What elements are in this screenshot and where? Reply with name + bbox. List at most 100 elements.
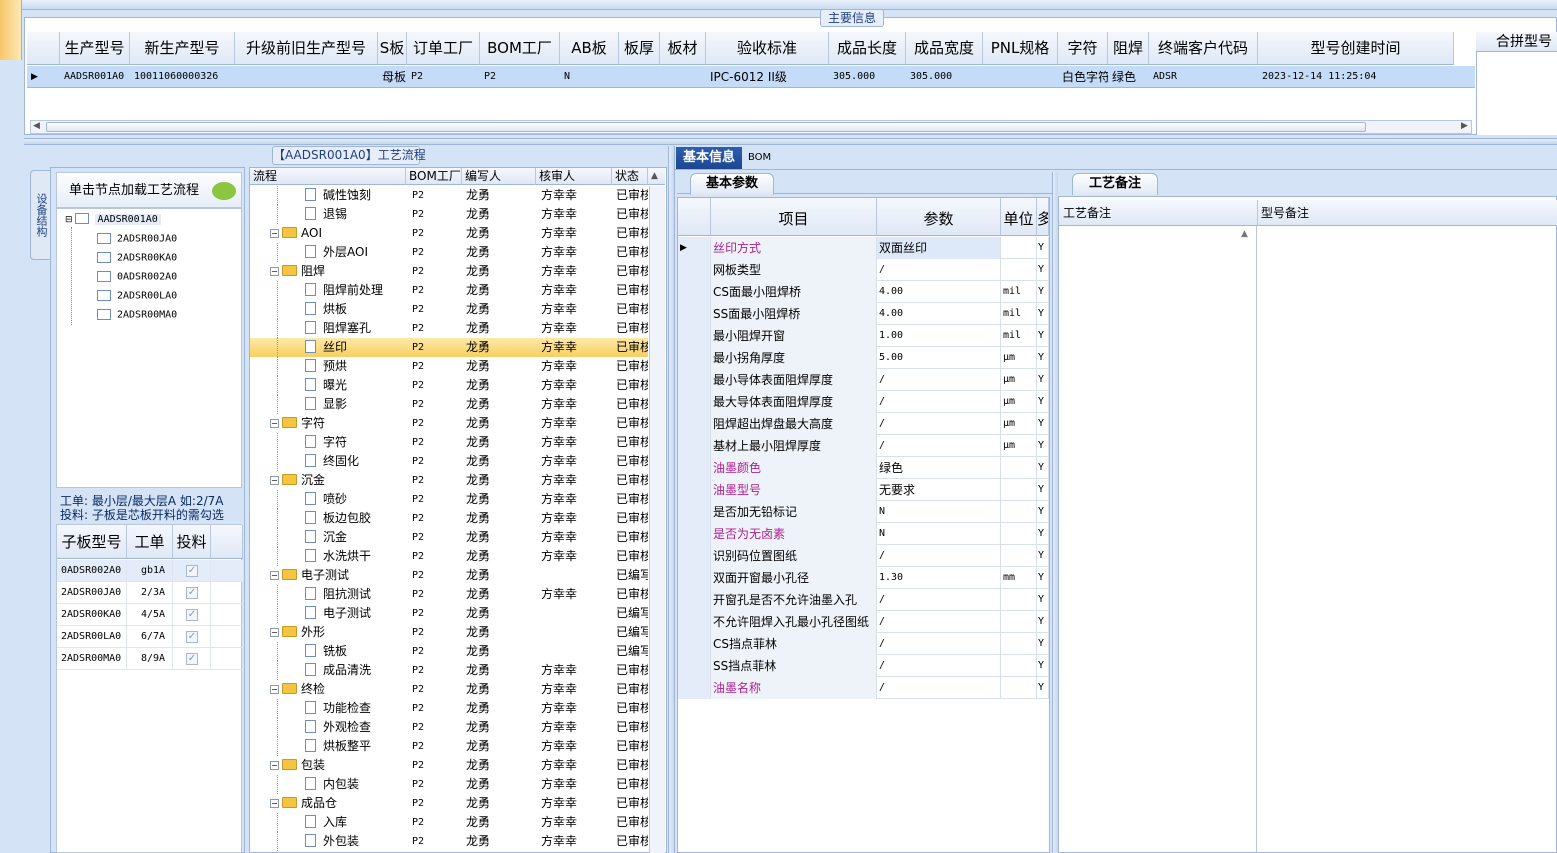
param-value-cell[interactable]: / bbox=[877, 413, 1001, 435]
main-col-header[interactable]: 订单工厂 bbox=[407, 32, 480, 65]
param-value-cell[interactable]: 4.00 bbox=[877, 303, 1001, 325]
feed-checkbox[interactable]: ✓ bbox=[186, 609, 198, 621]
main-cell[interactable]: 305.000 bbox=[829, 66, 906, 88]
scroll-left-arrow-icon[interactable]: ◀ bbox=[33, 121, 40, 131]
process-col-header[interactable]: 编写人 bbox=[462, 168, 536, 185]
process-col-header[interactable]: 流程 bbox=[250, 168, 406, 185]
tree-root[interactable]: ⊟ AADSR001A0 bbox=[65, 213, 161, 225]
process-row[interactable]: 功能检查 P2 龙勇 方幸幸 已审核 bbox=[250, 699, 648, 718]
process-row[interactable]: 沉金 P2 龙勇 方幸幸 已审核 bbox=[250, 528, 648, 547]
param-row[interactable]: ▶ 丝印方式 双面丝印 Y bbox=[678, 237, 1049, 259]
main-cell[interactable] bbox=[619, 66, 660, 88]
sub-board-row[interactable]: 2ADSR00KA0 4/5A ✓ bbox=[57, 604, 243, 626]
process-row[interactable]: 显影 P2 龙勇 方幸幸 已审核 bbox=[250, 395, 648, 414]
horizontal-splitter[interactable] bbox=[24, 138, 1557, 145]
process-row[interactable]: 预烘 P2 龙勇 方幸幸 已审核 bbox=[250, 357, 648, 376]
sub-order-cell[interactable]: gb1A bbox=[127, 560, 173, 582]
param-row[interactable]: 是否为无卤素 N Y bbox=[678, 523, 1049, 545]
tab-bom[interactable]: BOM bbox=[748, 149, 778, 167]
vertical-splitter[interactable] bbox=[668, 146, 675, 853]
param-value-cell[interactable]: / bbox=[877, 369, 1001, 391]
param-value-cell[interactable]: N bbox=[877, 523, 1001, 545]
remark-scroll-up-icon[interactable]: ▲ bbox=[1241, 229, 1248, 239]
collapse-icon[interactable]: − bbox=[270, 267, 279, 276]
main-cell[interactable]: IPC-6012 II级 bbox=[706, 66, 829, 88]
scroll-right-arrow-icon[interactable]: ▶ bbox=[1461, 121, 1468, 131]
sub-board-row[interactable]: 2ADSR00LA0 6/7A ✓ bbox=[57, 626, 243, 648]
process-row[interactable]: 入库 P2 龙勇 方幸幸 已审核 bbox=[250, 813, 648, 832]
tab-basic-info[interactable]: 基本信息 bbox=[676, 147, 742, 169]
main-col-header[interactable]: 成品宽度 bbox=[906, 32, 983, 65]
main-col-header[interactable]: 生产型号 bbox=[60, 32, 130, 65]
main-cell[interactable]: 绿色 bbox=[1108, 66, 1149, 88]
param-row[interactable]: 油墨颜色 绿色 Y bbox=[678, 457, 1049, 479]
hscroll-thumb[interactable] bbox=[46, 122, 1366, 132]
param-col-header[interactable]: 多 bbox=[1037, 198, 1049, 236]
process-row[interactable]: − 终检 P2 龙勇 方幸幸 已审核 bbox=[250, 680, 648, 699]
param-col-header[interactable]: 单位 bbox=[1001, 198, 1037, 236]
sub-col-header[interactable]: 工单 bbox=[127, 525, 173, 559]
param-row[interactable]: 最小阻焊开窗 1.00 mil Y bbox=[678, 325, 1049, 347]
param-row[interactable]: 网板类型 / Y bbox=[678, 259, 1049, 281]
tree-expander-icon[interactable]: ⊟ bbox=[65, 215, 73, 225]
main-grid-row[interactable]: ▶ AADSR001A0 10011060000326 母板 P2 P2 N IPC-6012… bbox=[27, 66, 1475, 88]
param-row[interactable]: 最大导体表面阻焊厚度 / μm Y bbox=[678, 391, 1049, 413]
process-row[interactable]: − 成品仓 P2 龙勇 方幸幸 已审核 bbox=[250, 794, 648, 813]
param-row[interactable]: 基材上最小阻焊厚度 / μm Y bbox=[678, 435, 1049, 457]
main-cell[interactable]: P2 bbox=[480, 66, 560, 88]
param-value-cell[interactable]: 1.30 bbox=[877, 567, 1001, 589]
side-tab-structure[interactable]: 设备结构 bbox=[30, 170, 50, 260]
process-row[interactable]: 成品清洗 P2 龙勇 方幸幸 已审核 bbox=[250, 661, 648, 680]
process-row[interactable]: − 外形 P2 龙勇 已编写 bbox=[250, 623, 648, 642]
process-row[interactable]: 水洗烘干 P2 龙勇 方幸幸 已审核 bbox=[250, 547, 648, 566]
param-value-cell[interactable]: / bbox=[877, 677, 1001, 699]
process-row[interactable]: 喷砂 P2 龙勇 方幸幸 已审核 bbox=[250, 490, 648, 509]
param-row[interactable]: CS面最小阻焊桥 4.00 mil Y bbox=[678, 281, 1049, 303]
process-row[interactable]: 外包装 P2 龙勇 方幸幸 已审核 bbox=[250, 832, 648, 851]
param-row[interactable]: 最小导体表面阻焊厚度 / μm Y bbox=[678, 369, 1049, 391]
main-cell[interactable]: 白色字符 bbox=[1058, 66, 1108, 88]
param-value-cell[interactable]: / bbox=[877, 611, 1001, 633]
main-col-header[interactable]: 板厚 bbox=[619, 32, 660, 65]
tab-basic-params[interactable]: 基本参数 bbox=[690, 173, 774, 195]
param-row[interactable]: 开窗孔是否不允许油墨入孔 / Y bbox=[678, 589, 1049, 611]
sub-order-cell[interactable]: 2/3A bbox=[127, 582, 173, 604]
sub-board-row[interactable]: 2ADSR00JA0 2/3A ✓ bbox=[57, 582, 243, 604]
param-row[interactable]: 油墨名称 / Y bbox=[678, 677, 1049, 699]
param-value-cell[interactable]: 5.00 bbox=[877, 347, 1001, 369]
main-col-header[interactable]: 阻焊 bbox=[1108, 32, 1149, 65]
main-col-header[interactable]: 终端客户代码 bbox=[1149, 32, 1258, 65]
main-col-header[interactable]: 升级前旧生产型号 bbox=[235, 32, 378, 65]
process-row[interactable]: − 字符 P2 龙勇 方幸幸 已审核 bbox=[250, 414, 648, 433]
main-cell[interactable] bbox=[660, 66, 706, 88]
process-vscrollbar[interactable] bbox=[649, 186, 665, 853]
param-value-cell[interactable]: / bbox=[877, 655, 1001, 677]
collapse-icon[interactable]: − bbox=[270, 761, 279, 770]
main-col-header[interactable]: AB板 bbox=[560, 32, 619, 65]
process-col-header[interactable]: 核审人 bbox=[536, 168, 612, 185]
main-cell[interactable]: 2023-12-14 11:25:04 bbox=[1258, 66, 1454, 88]
scroll-up-arrow-icon[interactable]: ▲ bbox=[651, 171, 658, 181]
param-value-cell[interactable]: 无要求 bbox=[877, 479, 1001, 501]
collapse-icon[interactable]: − bbox=[270, 628, 279, 637]
tree-child[interactable]: 2ADSR00MA0 bbox=[97, 309, 177, 321]
collapse-icon[interactable]: − bbox=[270, 229, 279, 238]
param-col-header[interactable]: 参数 bbox=[877, 198, 1001, 236]
main-col-header[interactable]: BOM工厂 bbox=[480, 32, 560, 65]
process-col-header[interactable]: 状态 bbox=[612, 168, 648, 185]
feed-checkbox[interactable]: ✓ bbox=[186, 587, 198, 599]
process-row[interactable]: 字符 P2 龙勇 方幸幸 已审核 bbox=[250, 433, 648, 452]
param-value-cell[interactable]: / bbox=[877, 545, 1001, 567]
collapse-icon[interactable]: − bbox=[270, 799, 279, 808]
main-cell[interactable]: N bbox=[560, 66, 619, 88]
sub-col-header[interactable]: 子板型号 bbox=[57, 525, 127, 559]
tree-child[interactable]: 0ADSR002A0 bbox=[97, 271, 177, 283]
main-cell[interactable] bbox=[235, 66, 378, 88]
main-cell[interactable]: P2 bbox=[407, 66, 480, 88]
tree-child[interactable]: 2ADSR00LA0 bbox=[97, 290, 177, 302]
process-row[interactable]: 丝印 P2 龙勇 方幸幸 已审核 bbox=[250, 338, 648, 357]
tree-child[interactable]: 2ADSR00KA0 bbox=[97, 252, 177, 264]
param-row[interactable]: SS挡点菲林 / Y bbox=[678, 655, 1049, 677]
param-value-cell[interactable]: N bbox=[877, 501, 1001, 523]
main-col-header[interactable]: 新生产型号 bbox=[130, 32, 235, 65]
